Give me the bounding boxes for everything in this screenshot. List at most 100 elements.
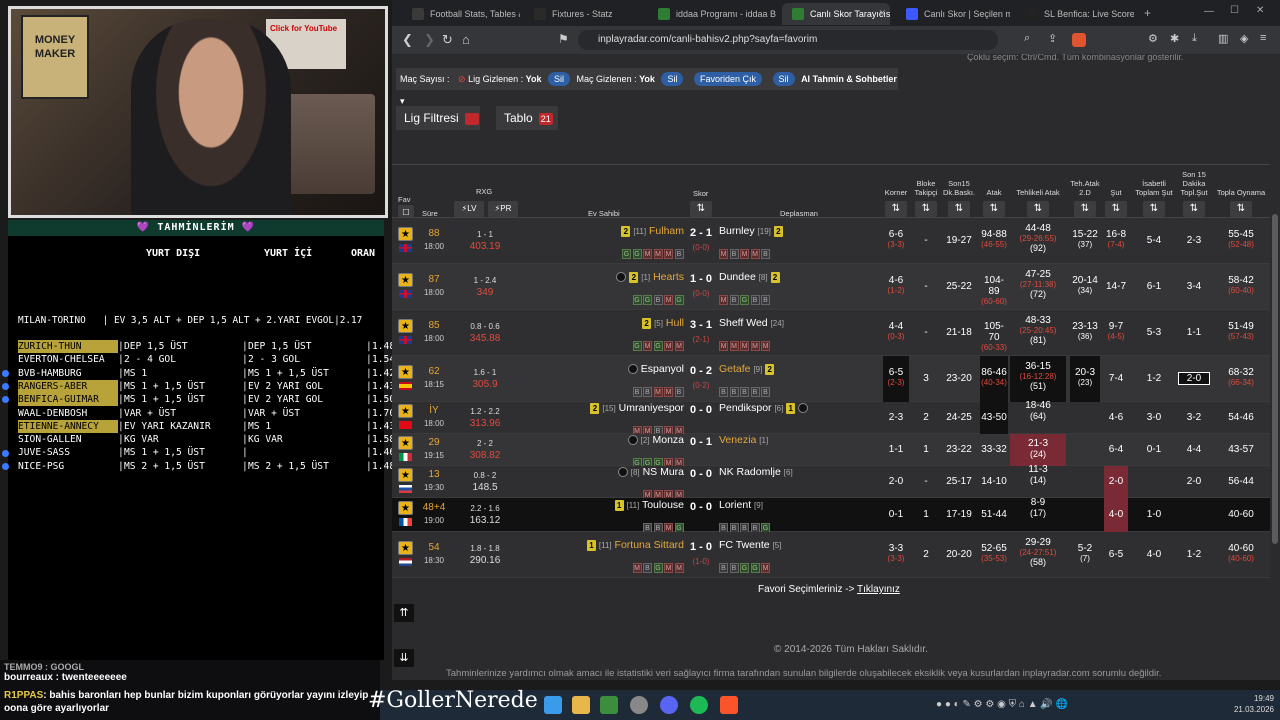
away-team[interactable]: Pendikspor [6] 1: [719, 402, 809, 414]
wallet-icon[interactable]: ◈: [1240, 32, 1248, 45]
page-scrollbar[interactable]: [1270, 54, 1280, 680]
new-tab-button[interactable]: +: [1144, 6, 1151, 20]
home-team[interactable]: Espanyol: [627, 363, 684, 375]
stat-son15sut-value: 3-2: [1186, 412, 1202, 423]
atak-sort-button[interactable]: ⇅: [983, 201, 1005, 217]
tray-icons[interactable]: ● ● ◐ ✎ ⚙ ⚙ ◉ ⛨ ⌂ ▲ 🔊 🌐: [936, 699, 1068, 710]
match-row[interactable]: ★ 29 19:15 2 - 2 308.82 [2] Monza G G G M M 0 - 1V…: [392, 434, 1270, 468]
url-field[interactable]: inplayradar.com/canli-bahisv2.php?sayfa=…: [578, 30, 998, 50]
home-team[interactable]: 2 [11] Fulham: [621, 225, 684, 237]
scroll-thumb[interactable]: [1272, 214, 1278, 544]
away-team[interactable]: NK Radomlje [6]: [719, 466, 793, 478]
away-team[interactable]: FC Twente [5]: [719, 539, 781, 551]
download-icon[interactable]: ⤓: [1192, 32, 1197, 45]
browser-tab[interactable]: Football Stats, Tables & D: [402, 3, 520, 25]
korner-sort-button[interactable]: ⇅: [885, 201, 907, 217]
match-row[interactable]: ★ 88 18:00 1 - 1 403.19 2 [11] Fulham G G M M M B 2 …: [392, 218, 1270, 264]
tablo-button[interactable]: Tablo 21: [496, 106, 558, 130]
lig-filtresi-button[interactable]: Lig Filtresi: [396, 106, 480, 130]
extensions-icon[interactable]: ⚙: [1148, 32, 1158, 45]
minimize-button[interactable]: —: [1204, 6, 1214, 17]
reload-icon[interactable]: ↻: [442, 32, 453, 48]
taskbar-clock[interactable]: 19:49 21.03.2026: [1234, 693, 1274, 715]
away-team[interactable]: Venezia [1]: [719, 434, 768, 446]
fav-sil-button[interactable]: Sil: [772, 72, 795, 86]
home-team[interactable]: [8] NS Mura: [617, 466, 684, 478]
topla-sort-button[interactable]: ⇅: [1230, 201, 1252, 217]
favorite-star-icon[interactable]: ★: [398, 436, 413, 450]
browser-tab[interactable]: Fixtures - Statz: [524, 3, 642, 25]
home-icon[interactable]: ⌂: [462, 32, 470, 47]
home-team[interactable]: 2 [5] Hull: [642, 317, 684, 329]
match-row[interactable]: ★ 85 18:00 0.8 - 0.6 345.88 2 [5] Hull G M G M M 3 …: [392, 310, 1270, 356]
fav-sort[interactable]: ☐: [398, 205, 414, 217]
spotify-icon[interactable]: [690, 696, 708, 714]
scroll-down-button[interactable]: ⇊: [394, 649, 414, 667]
browser-tab[interactable]: Canlı Skor | Seçilen maçla: [896, 3, 1010, 25]
match-row[interactable]: ★ 62 18:15 1.6 - 1 305.9 Espanyol B B M M B 0 - 2(…: [392, 356, 1270, 402]
tehlikeli-sort-button[interactable]: ⇅: [1027, 201, 1049, 217]
skor-sort-button[interactable]: ⇅: [690, 201, 712, 217]
match-row[interactable]: ★ 87 18:00 1 - 2.4 349 2 [1] Hearts G G B M G 1 - …: [392, 264, 1270, 310]
tehatak-sort-button[interactable]: ⇅: [1074, 201, 1096, 217]
share-icon[interactable]: ⇪: [1048, 32, 1057, 45]
sut-sort-button[interactable]: ⇅: [1105, 201, 1127, 217]
home-team[interactable]: 2 [1] Hearts: [616, 271, 684, 283]
lig-sil-button[interactable]: Sil: [548, 72, 571, 86]
browser-tab[interactable]: SL Benfica: Live Scores, M: [1016, 3, 1134, 25]
home-form: MBGMM: [632, 557, 686, 575]
home-team[interactable]: [2] Monza: [627, 434, 684, 446]
favorite-star-icon[interactable]: ★: [398, 468, 413, 482]
search-icon[interactable]: ⌕: [1024, 32, 1030, 45]
away-team[interactable]: Lorient [9]: [719, 499, 763, 511]
sidebar-icon[interactable]: ▥: [1218, 32, 1228, 45]
close-window-button[interactable]: ✕: [1256, 5, 1264, 16]
browser-tab[interactable]: iddaa Programı - iddaa B: [648, 3, 776, 25]
browser-tab[interactable]: Canlı Skor Tarayıcısı ✕: [782, 3, 890, 25]
excel-icon[interactable]: [600, 696, 618, 714]
close-tab-icon[interactable]: ✕: [878, 8, 886, 19]
son15-sort-button[interactable]: ⇅: [948, 201, 970, 217]
discord-icon[interactable]: [660, 696, 678, 714]
favorite-star-icon[interactable]: ★: [398, 365, 413, 379]
favori-link[interactable]: Tıklayınız: [857, 584, 900, 595]
mac-sil-button[interactable]: Sil: [661, 72, 684, 86]
back-icon[interactable]: ❮: [402, 32, 413, 48]
favorite-star-icon[interactable]: ★: [398, 541, 413, 555]
pr-sort[interactable]: ⚡PR: [488, 201, 518, 217]
bloke-sort-button[interactable]: ⇅: [915, 201, 937, 217]
bookmark-icon[interactable]: ⚑: [558, 32, 569, 46]
away-team[interactable]: Dundee [8] 2: [719, 271, 780, 283]
away-team[interactable]: Getafe [9] 2: [719, 363, 775, 375]
menu-icon[interactable]: ≡: [1260, 32, 1266, 44]
away-team[interactable]: Burnley [19] 2: [719, 225, 783, 237]
scroll-up-button[interactable]: ⇈: [394, 604, 414, 622]
son15sut-sort-button[interactable]: ⇅: [1183, 201, 1205, 217]
match-row[interactable]: ★ İY 18:00 1.2 - 2.2 313.96 2 [15] Umraniyesp…: [392, 400, 1270, 436]
file-explorer-icon[interactable]: [572, 696, 590, 714]
match-row[interactable]: ★ 48+4 19:00 2.2 - 1.6 163.12 1 [11] Toulouse…: [392, 497, 1270, 533]
brave-icon[interactable]: [720, 696, 738, 714]
favorite-star-icon[interactable]: ★: [398, 501, 413, 515]
col-tehatak: Teh.Atak 2.D: [1070, 167, 1100, 197]
obs-icon[interactable]: [630, 696, 648, 714]
windows-start-icon[interactable]: [544, 696, 562, 714]
match-row[interactable]: ★ 13 19:30 0.8 - 2 148.5 [8] NS Mura M M M M 0 - …: [392, 464, 1270, 500]
lv-sort[interactable]: ⚡LV: [454, 201, 484, 217]
maximize-button[interactable]: ☐: [1230, 5, 1239, 16]
favorite-star-icon[interactable]: ★: [398, 273, 413, 287]
home-team[interactable]: 1 [11] Fortuna Sittard: [586, 539, 684, 551]
favorite-star-icon[interactable]: ★: [398, 404, 413, 418]
away-form: MMMMM: [719, 335, 772, 353]
home-team[interactable]: 1 [11] Toulouse: [614, 499, 684, 511]
match-row[interactable]: ★ 54 18:30 1.8 - 1.8 290.16 1 [11] Fortuna Si…: [392, 532, 1270, 578]
isabetli-sort-button[interactable]: ⇅: [1143, 201, 1165, 217]
away-team[interactable]: Sheff Wed [24]: [719, 317, 784, 329]
puzzle-icon[interactable]: ✱: [1170, 32, 1179, 45]
brave-shield-icon[interactable]: [1072, 33, 1086, 47]
favorite-star-icon[interactable]: ★: [398, 227, 413, 241]
forward-icon[interactable]: ❯: [424, 32, 435, 48]
home-team[interactable]: 2 [15] Umraniyespor: [590, 402, 684, 414]
favoriden-cik-button[interactable]: Favoriden Çık: [693, 72, 763, 86]
favorite-star-icon[interactable]: ★: [398, 319, 413, 333]
